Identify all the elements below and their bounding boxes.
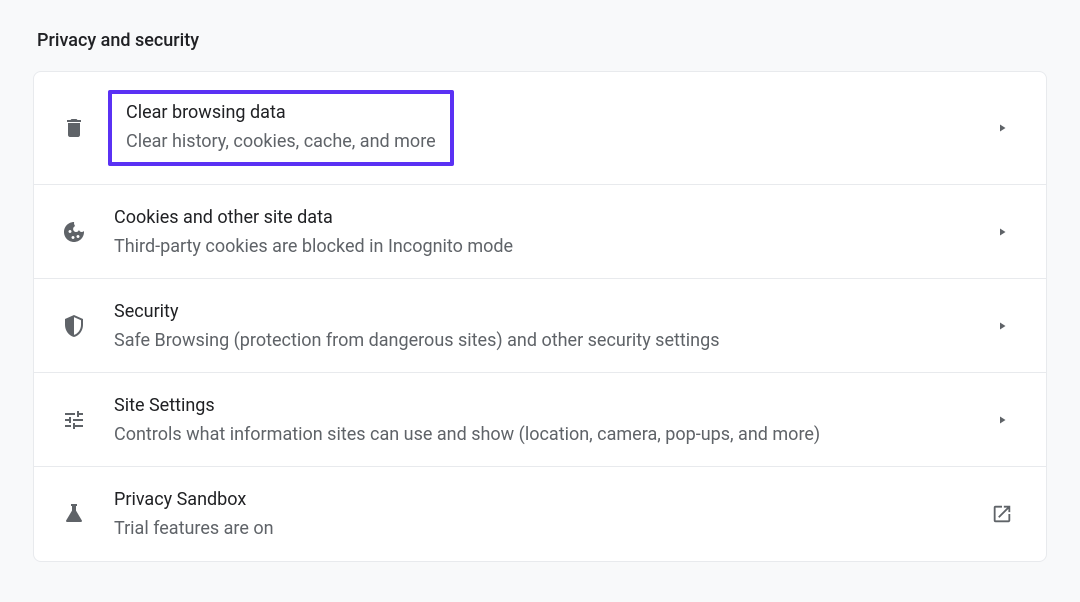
clear-browsing-data-item[interactable]: Clear browsing data Clear history, cooki… xyxy=(34,72,1046,185)
cookies-text: Cookies and other site data Third-party … xyxy=(114,205,986,259)
chevron-right-icon xyxy=(986,122,1018,134)
privacy-sandbox-item[interactable]: Privacy Sandbox Trial features are on xyxy=(34,467,1046,561)
open-in-new-icon xyxy=(986,503,1018,525)
item-desc: Safe Browsing (protection from dangerous… xyxy=(114,328,986,353)
clear-browsing-text: Clear browsing data Clear history, cooki… xyxy=(108,90,986,166)
cookies-item[interactable]: Cookies and other site data Third-party … xyxy=(34,185,1046,279)
item-desc: Third-party cookies are blocked in Incog… xyxy=(114,234,986,259)
privacy-sandbox-text: Privacy Sandbox Trial features are on xyxy=(114,487,986,541)
cookie-icon xyxy=(62,220,98,244)
privacy-security-card: Clear browsing data Clear history, cooki… xyxy=(33,71,1047,562)
item-title: Cookies and other site data xyxy=(114,205,986,230)
item-desc: Controls what information sites can use … xyxy=(114,422,986,447)
trash-icon xyxy=(62,116,98,140)
tune-icon xyxy=(62,408,98,432)
item-title: Clear browsing data xyxy=(126,100,436,125)
chevron-right-icon xyxy=(986,414,1018,426)
item-desc: Trial features are on xyxy=(114,516,986,541)
highlight-box: Clear browsing data Clear history, cooki… xyxy=(108,90,454,166)
item-title: Site Settings xyxy=(114,393,986,418)
item-title: Privacy Sandbox xyxy=(114,487,986,512)
security-text: Security Safe Browsing (protection from … xyxy=(114,299,986,353)
section-title: Privacy and security xyxy=(37,30,1047,51)
security-item[interactable]: Security Safe Browsing (protection from … xyxy=(34,279,1046,373)
chevron-right-icon xyxy=(986,320,1018,332)
site-settings-item[interactable]: Site Settings Controls what information … xyxy=(34,373,1046,467)
chevron-right-icon xyxy=(986,226,1018,238)
shield-icon xyxy=(62,314,98,338)
site-settings-text: Site Settings Controls what information … xyxy=(114,393,986,447)
item-desc: Clear history, cookies, cache, and more xyxy=(126,129,436,154)
flask-icon xyxy=(62,502,98,526)
item-title: Security xyxy=(114,299,986,324)
